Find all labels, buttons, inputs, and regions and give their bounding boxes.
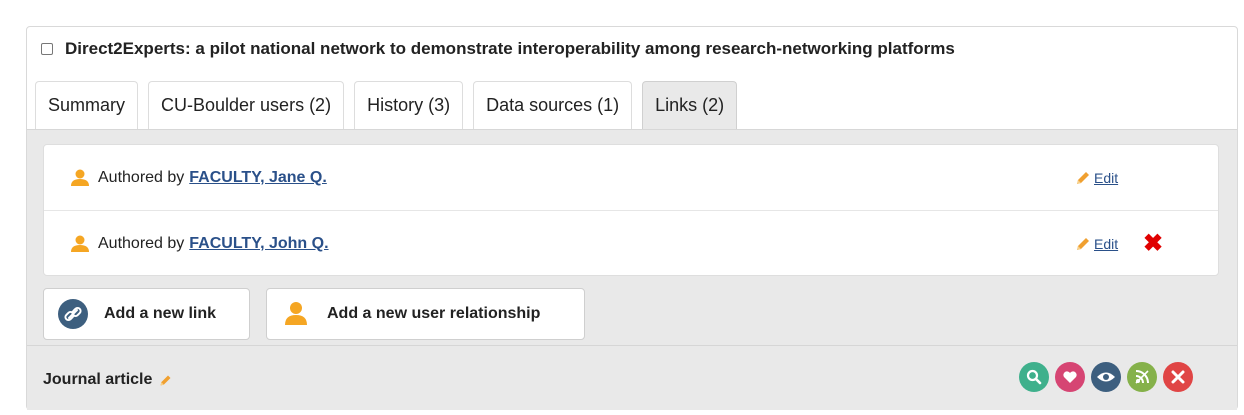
record-type: Journal article: [43, 371, 173, 389]
edit-link[interactable]: Edit: [1094, 170, 1118, 186]
record-panel: Direct2Experts: a pilot national network…: [26, 26, 1238, 410]
add-user-relationship-button[interactable]: Add a new user relationship: [266, 288, 585, 340]
links-list: Authored by FACULTY, Jane Q. Edit Author…: [43, 144, 1219, 276]
rss-off-icon[interactable]: [1127, 362, 1157, 392]
link-row: Authored by FACULTY, Jane Q. Edit: [44, 145, 1218, 210]
tab-bar: Summary CU-Boulder users (2) History (3)…: [35, 81, 747, 129]
pencil-icon[interactable]: [158, 373, 173, 388]
select-checkbox[interactable]: [41, 43, 53, 55]
search-icon[interactable]: [1019, 362, 1049, 392]
record-actions: [1019, 362, 1199, 392]
link-prefix: Authored by: [98, 234, 185, 252]
eye-icon[interactable]: [1091, 362, 1121, 392]
tab-users[interactable]: CU-Boulder users (2): [148, 81, 345, 129]
record-title: Direct2Experts: a pilot national network…: [65, 39, 955, 58]
record-type-label: Journal article: [43, 371, 153, 388]
link-icon: [58, 299, 88, 329]
add-link-label: Add a new link: [104, 305, 217, 322]
record-header: Direct2Experts: a pilot national network…: [41, 39, 955, 59]
tab-history[interactable]: History (3): [354, 81, 464, 129]
link-row: Authored by FACULTY, John Q. Edit ✖: [44, 210, 1218, 276]
edit-link[interactable]: Edit: [1094, 236, 1118, 252]
record-footer: Journal article: [27, 345, 1237, 410]
links-tab-content: Authored by FACULTY, Jane Q. Edit Author…: [27, 129, 1237, 346]
link-prefix: Authored by: [98, 168, 185, 186]
pencil-icon: [1077, 237, 1089, 250]
person-link[interactable]: FACULTY, Jane Q.: [189, 169, 327, 187]
add-user-relationship-label: Add a new user relationship: [327, 305, 541, 322]
tab-links[interactable]: Links (2): [642, 81, 738, 129]
delete-icon[interactable]: ✖: [1143, 231, 1163, 256]
user-icon: [71, 169, 89, 186]
close-icon[interactable]: [1163, 362, 1193, 392]
tab-data-sources[interactable]: Data sources (1): [473, 81, 633, 129]
edit-control: Edit: [1074, 169, 1118, 187]
add-link-button[interactable]: Add a new link: [43, 288, 250, 340]
user-icon: [285, 302, 307, 325]
heart-icon[interactable]: [1055, 362, 1085, 392]
user-icon: [71, 235, 89, 252]
tab-summary[interactable]: Summary: [35, 81, 139, 129]
person-link[interactable]: FACULTY, John Q.: [189, 235, 328, 253]
edit-control: Edit: [1074, 235, 1118, 253]
pencil-icon: [1077, 171, 1089, 184]
